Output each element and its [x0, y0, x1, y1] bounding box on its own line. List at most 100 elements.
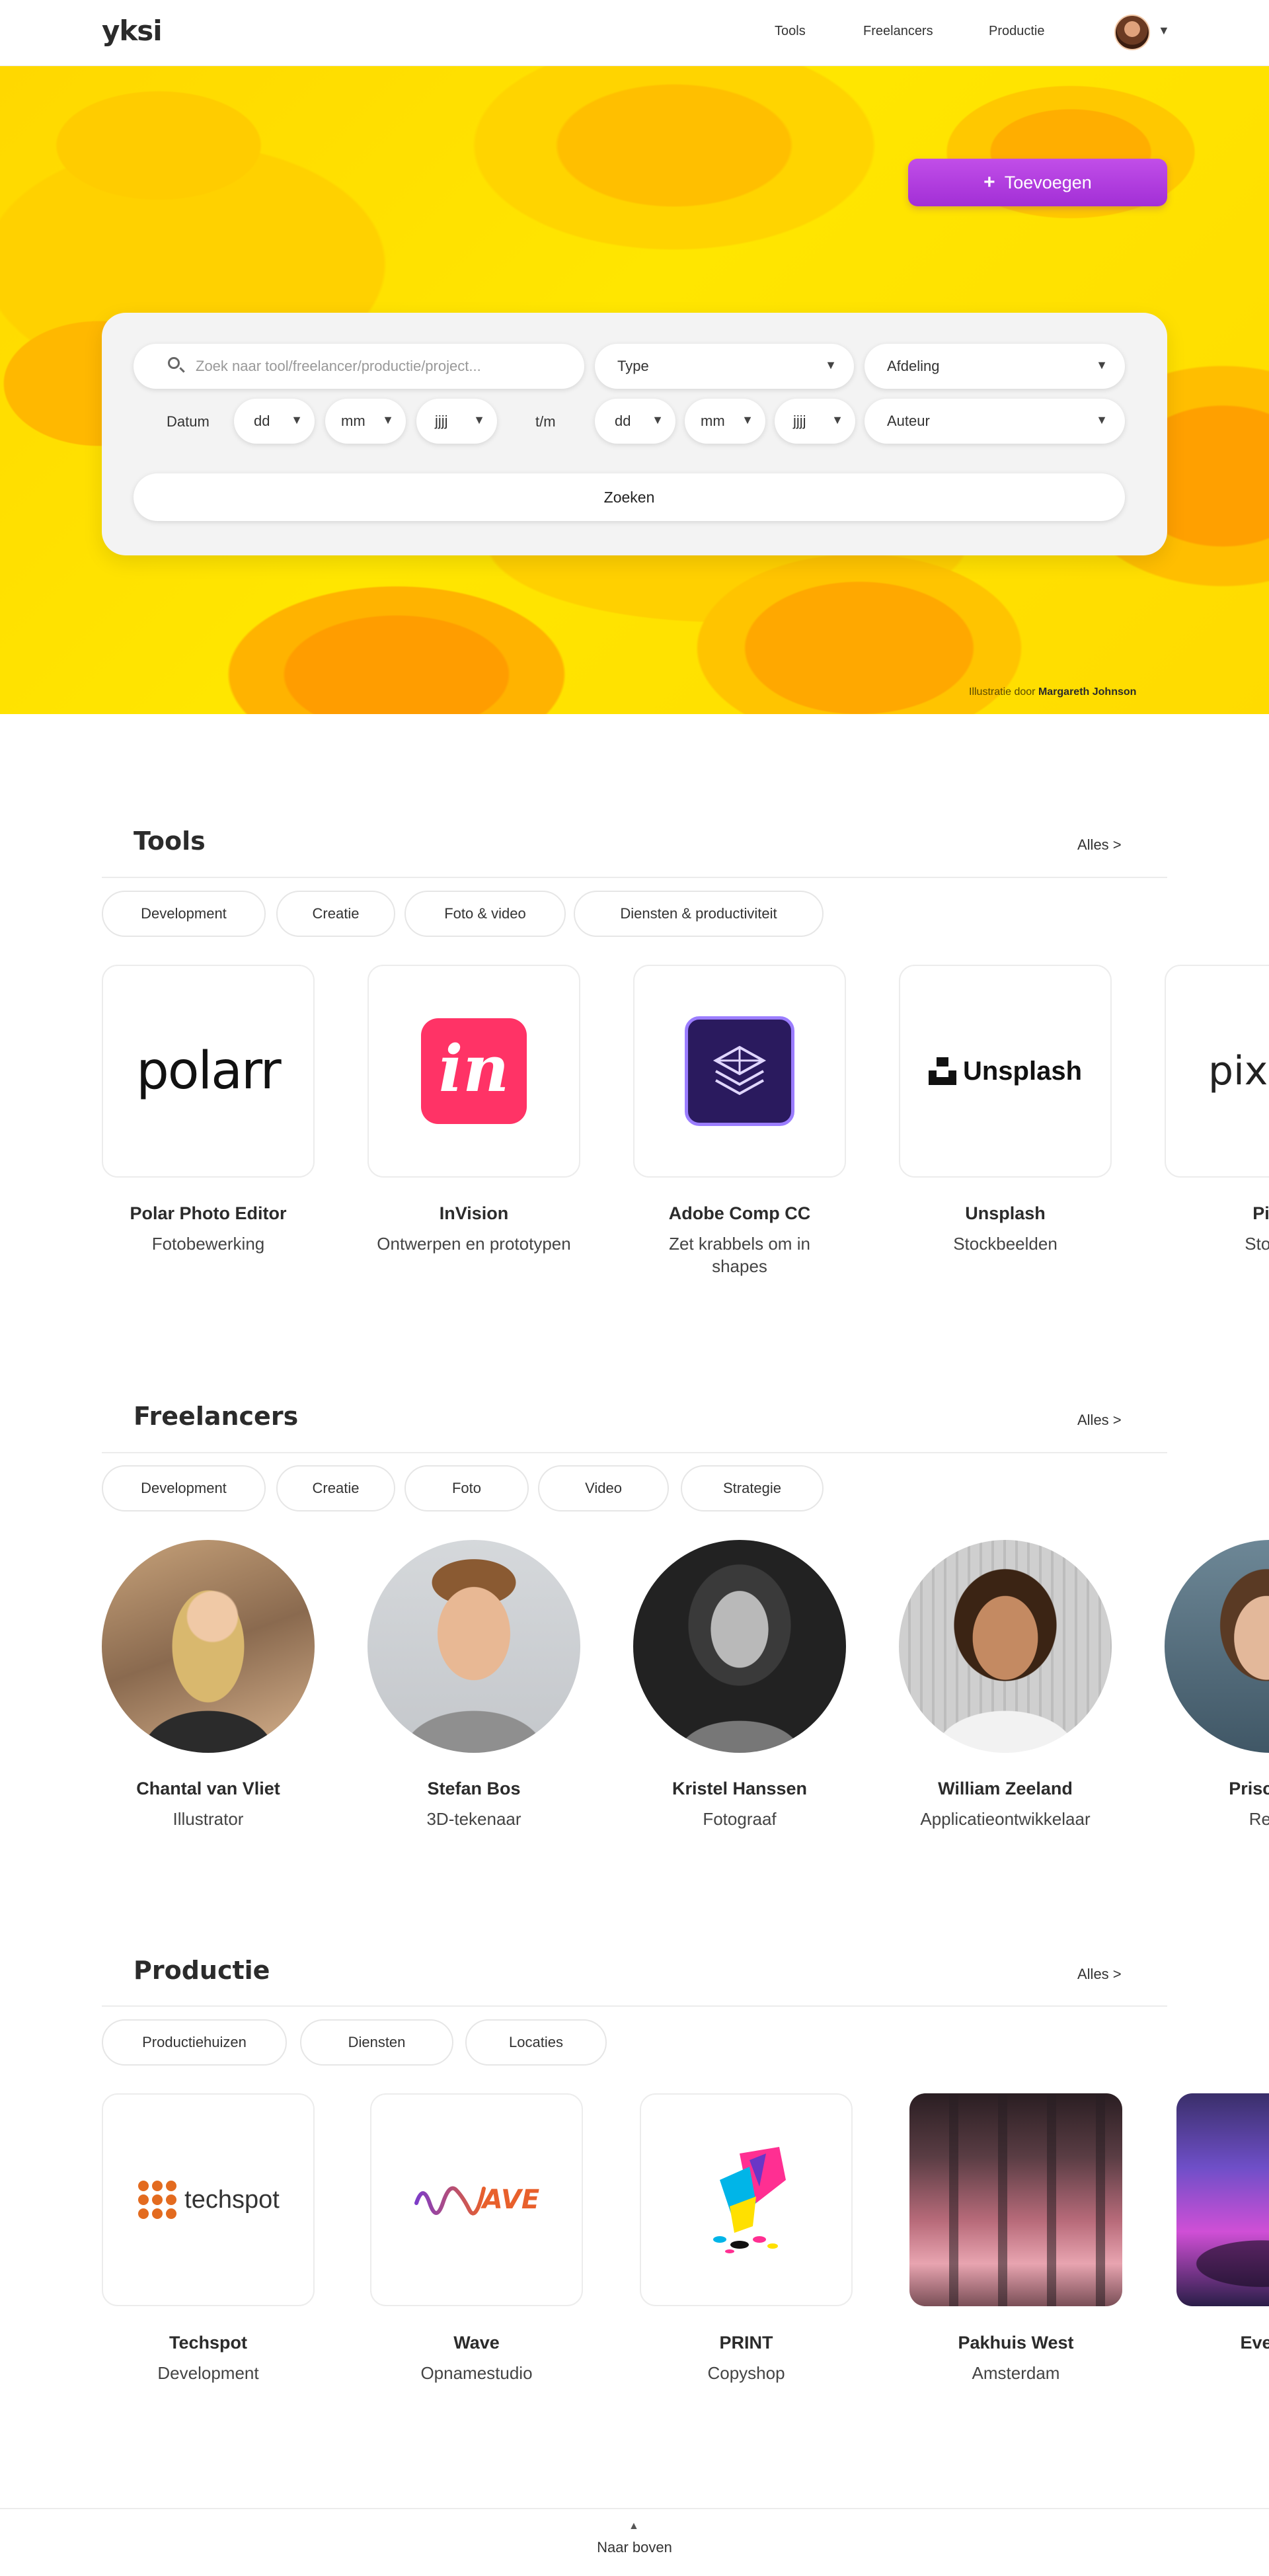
techspot-logo-text: techspot	[184, 2185, 280, 2214]
afdeling-select[interactable]: Afdeling ▼	[865, 344, 1125, 389]
productie-name[interactable]: Eventcent	[1151, 2333, 1269, 2353]
freelancer-name[interactable]: Chantal van Vliet	[76, 1779, 340, 1799]
tool-card-unsplash[interactable]: Unsplash	[899, 965, 1112, 1178]
from-year-select[interactable]: jjjj ▼	[416, 399, 497, 444]
tool-name[interactable]: InVision	[342, 1203, 606, 1224]
tool-name[interactable]: Polar Photo Editor	[76, 1203, 340, 1224]
adobe-comp-logo	[685, 1016, 794, 1126]
productie-name[interactable]: Wave	[344, 2333, 609, 2353]
chevron-down-icon: ▼	[825, 358, 837, 372]
freelancer-name[interactable]: Stefan Bos	[342, 1779, 606, 1799]
productie-sub: Development	[157, 2363, 259, 2383]
freelancer-name[interactable]: Kristel Hanssen	[607, 1779, 872, 1799]
chip-creatie[interactable]: Creatie	[276, 891, 395, 937]
nav-link-productie[interactable]: Productie	[989, 24, 1045, 39]
chip-development[interactable]: Development	[102, 1465, 266, 1511]
chevron-down-icon: ▼	[1096, 413, 1108, 426]
productie-title: Productie	[134, 1956, 270, 1985]
productie-sub: E	[1151, 2362, 1269, 2384]
chip-video[interactable]: Video	[538, 1465, 669, 1511]
user-avatar[interactable]	[1114, 15, 1150, 50]
divider	[102, 2005, 1167, 2007]
chevron-down-icon[interactable]: ▼	[1158, 24, 1170, 38]
chip-diensten-productiviteit[interactable]: Diensten & productiviteit	[574, 891, 824, 937]
tool-name[interactable]: Pixa	[1139, 1203, 1269, 1224]
hero-banner: + Toevoegen Zoek naar tool/freelancer/pr…	[0, 66, 1269, 714]
chip-strategie[interactable]: Strategie	[681, 1465, 824, 1511]
chip-locaties[interactable]: Locaties	[465, 2019, 607, 2066]
back-to-top-link[interactable]: Naar boven	[0, 2539, 1269, 2556]
to-day-select[interactable]: dd ▼	[595, 399, 675, 444]
tool-name[interactable]: Adobe Comp CC	[607, 1203, 872, 1224]
chip-development[interactable]: Development	[102, 891, 266, 937]
search-icon	[168, 357, 180, 369]
nav-link-freelancers[interactable]: Freelancers	[863, 24, 933, 39]
chip-diensten[interactable]: Diensten	[300, 2019, 453, 2066]
unsplash-icon	[928, 1057, 956, 1085]
from-month-select[interactable]: mm ▼	[325, 399, 406, 444]
to-month-select[interactable]: mm ▼	[685, 399, 765, 444]
from-day-select[interactable]: dd ▼	[234, 399, 315, 444]
search-input[interactable]: Zoek naar tool/freelancer/productie/proj…	[134, 344, 584, 389]
search-placeholder: Zoek naar tool/freelancer/productie/proj…	[196, 358, 481, 374]
zoeken-button[interactable]: Zoeken	[134, 473, 1125, 521]
productie-card-print[interactable]	[640, 2093, 853, 2306]
wave-logo-text: AVE	[482, 2185, 540, 2215]
pixa-logo: pixa	[1208, 1048, 1269, 1094]
productie-card-eventcent[interactable]	[1176, 2093, 1269, 2306]
from-month-value: mm	[341, 413, 365, 429]
freelancers-alles-link[interactable]: Alles >	[1077, 1412, 1122, 1429]
nav-link-tools[interactable]: Tools	[775, 24, 806, 39]
credit-name[interactable]: Margareth Johnson	[1038, 686, 1136, 698]
freelancer-name[interactable]: Priscilla d	[1139, 1779, 1269, 1799]
tools-alles-link[interactable]: Alles >	[1077, 836, 1122, 854]
print-splash-icon	[713, 2147, 786, 2253]
tool-card-invision[interactable]: in	[367, 965, 580, 1178]
type-select[interactable]: Type ▼	[595, 344, 854, 389]
auteur-select[interactable]: Auteur ▼	[865, 399, 1125, 444]
productie-card-pakhuis-west[interactable]	[909, 2093, 1122, 2306]
avatar-kristel[interactable]	[633, 1540, 846, 1753]
freelancer-role: Illustrator	[173, 1809, 244, 1829]
productie-alles-link[interactable]: Alles >	[1077, 1966, 1122, 1983]
chip-creatie[interactable]: Creatie	[276, 1465, 395, 1511]
logo[interactable]: yksi	[102, 15, 163, 47]
illustration-credit: Illustratie door Margareth Johnson	[969, 686, 1136, 698]
layers-icon	[712, 1045, 767, 1096]
productie-card-wave[interactable]: AVE	[370, 2093, 583, 2306]
datum-label: Datum	[167, 413, 210, 430]
productie-sub: Opnamestudio	[420, 2363, 533, 2383]
productie-name[interactable]: Pakhuis West	[884, 2333, 1148, 2353]
invision-logo-text: in	[438, 1031, 510, 1106]
chevron-down-icon: ▼	[291, 413, 303, 426]
afdeling-select-label: Afdeling	[887, 358, 940, 374]
tool-card-pixa[interactable]: pixa	[1165, 965, 1269, 1178]
productie-name[interactable]: Techspot	[76, 2333, 340, 2353]
avatar-chantal[interactable]	[102, 1540, 315, 1753]
freelancer-name[interactable]: William Zeeland	[873, 1779, 1137, 1799]
productie-name[interactable]: PRINT	[614, 2333, 878, 2353]
avatar-stefan[interactable]	[367, 1540, 580, 1753]
techspot-logo: techspot	[137, 2179, 280, 2220]
avatar-priscilla[interactable]	[1165, 1540, 1269, 1753]
productie-card-techspot[interactable]: techspot	[102, 2093, 315, 2306]
unsplash-logo-text: Unsplash	[962, 1056, 1083, 1086]
add-button-label: Toevoegen	[1004, 172, 1092, 192]
chip-foto[interactable]: Foto	[404, 1465, 529, 1511]
divider	[102, 877, 1167, 878]
to-year-value: jjjj	[793, 413, 806, 429]
arrow-up-icon[interactable]: ▲	[629, 2520, 639, 2532]
avatar-william[interactable]	[899, 1540, 1112, 1753]
chevron-down-icon: ▼	[831, 413, 843, 426]
tool-name[interactable]: Unsplash	[873, 1203, 1137, 1224]
chip-productiehuizen[interactable]: Productiehuizen	[102, 2019, 287, 2066]
chip-foto-video[interactable]: Foto & video	[404, 891, 566, 937]
add-button[interactable]: + Toevoegen	[908, 159, 1167, 206]
to-year-select[interactable]: jjjj ▼	[775, 399, 855, 444]
tool-card-adobe-comp[interactable]	[633, 965, 846, 1178]
tm-label: t/m	[535, 413, 556, 430]
tool-card-polarr[interactable]: polarr	[102, 965, 315, 1178]
type-select-label: Type	[617, 358, 649, 374]
to-month-value: mm	[701, 413, 725, 429]
freelancer-role: Applicatieontwikkelaar	[920, 1809, 1091, 1829]
